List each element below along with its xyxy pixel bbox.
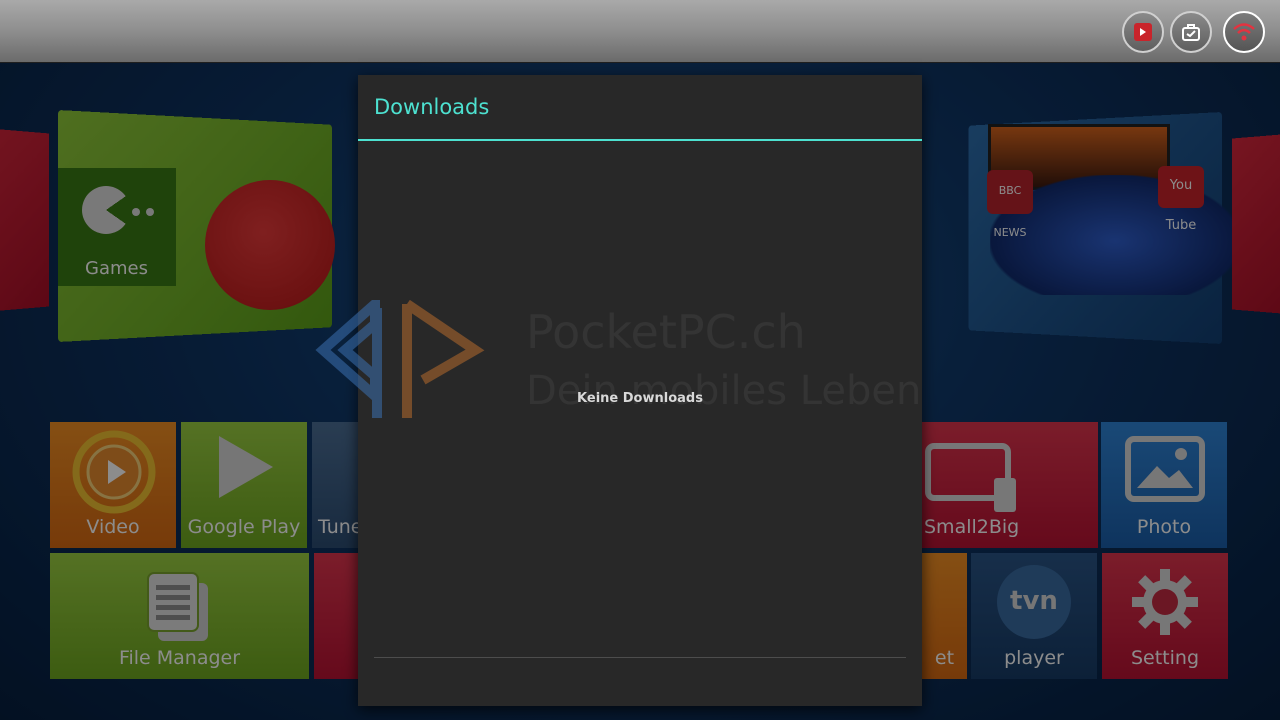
watermark-logo: [315, 300, 485, 418]
wifi-icon[interactable]: [1223, 11, 1265, 53]
watermark-text: PocketPC.ch: [526, 305, 806, 359]
watermark-subtext: Dein mobiles Leben: [526, 368, 922, 414]
app-icon[interactable]: [1122, 11, 1164, 53]
store-icon[interactable]: [1170, 11, 1212, 53]
dialog-title: Downloads: [374, 95, 490, 119]
top-bar: [0, 0, 1280, 63]
footer-divider: [374, 657, 906, 658]
title-divider: [358, 139, 922, 141]
